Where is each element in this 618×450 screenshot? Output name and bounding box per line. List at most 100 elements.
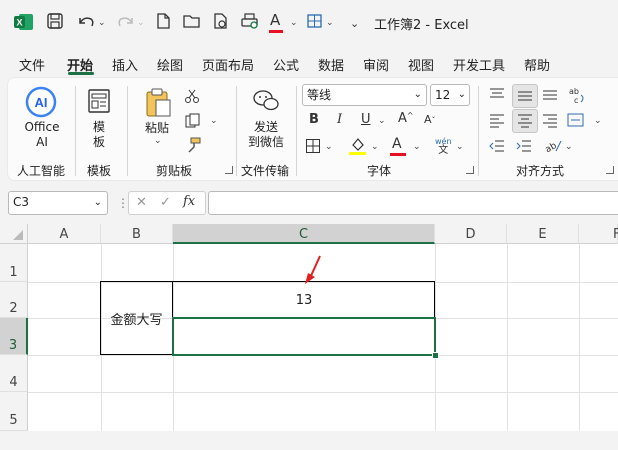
template-icon[interactable] <box>87 88 111 117</box>
fill-color-dropdown-icon[interactable]: ⌄ <box>371 142 379 152</box>
bold-button[interactable]: B <box>309 112 319 127</box>
save-icon[interactable] <box>46 12 64 35</box>
font-color-qa-icon[interactable]: A <box>269 10 283 33</box>
tab-help[interactable]: 帮助 <box>524 55 550 74</box>
text-direction-icon[interactable]: ab c <box>568 85 586 108</box>
font-color-qa-dropdown-icon[interactable]: ⌄ <box>290 18 298 28</box>
borders-icon[interactable] <box>305 138 321 157</box>
underline-dropdown-icon[interactable]: ⌄ <box>378 116 386 126</box>
confirm-icon[interactable]: ✓ <box>160 195 171 210</box>
redo-dropdown-icon: ⌄ <box>137 18 145 28</box>
row-header-3[interactable]: 3 <box>0 318 28 355</box>
tab-file[interactable]: 文件 <box>19 55 45 74</box>
fill-color-icon[interactable] <box>349 136 367 159</box>
ribbon-separator <box>236 86 237 176</box>
cell-c3-selected[interactable] <box>172 317 436 356</box>
quick-print-icon[interactable] <box>240 12 260 35</box>
annotation-arrow-icon <box>300 254 324 293</box>
fill-handle[interactable] <box>432 352 439 359</box>
font-color-button[interactable]: A <box>392 136 402 152</box>
cancel-icon[interactable]: ✕ <box>136 195 147 210</box>
group-label-align: 对齐方式 <box>516 164 565 178</box>
underline-button[interactable]: U <box>361 112 371 127</box>
format-painter-icon[interactable] <box>184 137 202 156</box>
cut-icon[interactable] <box>184 88 200 107</box>
column-header-e[interactable]: E <box>507 224 579 244</box>
phonetic-guide-icon[interactable]: wén 文 <box>435 137 452 156</box>
column-header-d[interactable]: D <box>435 224 507 244</box>
gridline <box>28 392 618 393</box>
ribbon-separator <box>127 86 128 176</box>
align-top-icon[interactable] <box>489 86 505 105</box>
orientation-icon[interactable]: ab <box>544 137 563 156</box>
template-button[interactable]: 模板 <box>89 120 109 150</box>
wechat-send-icon[interactable] <box>252 88 280 117</box>
borders-dropdown-icon[interactable]: ⌄ <box>325 142 333 152</box>
svg-text:X: X <box>16 18 22 28</box>
row-header-4[interactable]: 4 <box>0 355 28 392</box>
select-all-button[interactable] <box>0 224 28 244</box>
font-size-select[interactable]: 12 ⌄ <box>430 84 470 106</box>
window-title: 工作簿2 - Excel <box>374 18 469 33</box>
copy-dropdown-icon[interactable]: ⌄ <box>210 116 218 126</box>
column-header-c[interactable]: C <box>173 224 435 244</box>
align-right-icon[interactable] <box>542 112 558 131</box>
new-file-icon[interactable] <box>155 12 171 35</box>
decrease-indent-icon[interactable] <box>489 138 505 157</box>
ribbon-separator <box>75 86 76 176</box>
gridline <box>507 244 508 431</box>
align-left-icon[interactable] <box>489 112 505 131</box>
paste-button[interactable]: 粘贴 <box>143 121 171 136</box>
orientation-dropdown-icon[interactable]: ⌄ <box>565 142 573 152</box>
align-launcher-icon[interactable] <box>606 166 614 174</box>
increase-font-size-button[interactable]: A^ <box>398 111 414 126</box>
merge-center-icon[interactable] <box>567 112 585 131</box>
chevron-down-icon: ⌄ <box>93 197 102 208</box>
borders-qa-dropdown-icon[interactable]: ⌄ <box>326 18 334 28</box>
send-to-wechat-button[interactable]: 发送 到微信 <box>246 120 286 150</box>
tab-review[interactable]: 审阅 <box>363 55 389 74</box>
row-header-1[interactable]: 1 <box>0 244 28 282</box>
column-header-b[interactable]: B <box>101 224 173 244</box>
phonetic-dropdown-icon[interactable]: ⌄ <box>456 142 464 152</box>
office-ai-button[interactable]: Office AI <box>22 120 62 150</box>
paste-dropdown-icon[interactable]: ⌄ <box>154 136 162 146</box>
row-header-2[interactable]: 2 <box>0 282 28 318</box>
merge-dropdown-icon[interactable]: ⌄ <box>594 116 602 126</box>
font-launcher-icon[interactable] <box>466 166 474 174</box>
increase-indent-icon[interactable] <box>516 138 532 157</box>
align-center-button[interactable] <box>512 109 538 133</box>
tab-insert[interactable]: 插入 <box>112 55 138 74</box>
borders-qa-icon[interactable] <box>306 12 324 35</box>
print-preview-icon[interactable] <box>212 12 230 35</box>
paste-icon[interactable] <box>143 86 173 121</box>
customize-qa-icon[interactable]: ⌄ <box>350 14 359 34</box>
clipboard-launcher-icon[interactable] <box>225 166 233 174</box>
tab-developer[interactable]: 开发工具 <box>453 55 505 74</box>
undo-dropdown-icon[interactable]: ⌄ <box>98 18 106 28</box>
font-name-select[interactable]: 等线 ⌄ <box>302 84 427 106</box>
align-bottom-icon[interactable] <box>542 86 558 107</box>
tab-data[interactable]: 数据 <box>318 55 344 74</box>
decrease-font-size-button[interactable]: Aˇ <box>424 113 436 126</box>
tab-view[interactable]: 视图 <box>408 55 434 74</box>
copy-icon[interactable] <box>184 113 202 132</box>
undo-icon[interactable] <box>76 12 98 35</box>
office-ai-icon[interactable]: AI <box>25 86 57 121</box>
align-middle-button[interactable] <box>512 84 538 108</box>
tab-draw[interactable]: 绘图 <box>157 55 183 74</box>
formula-input[interactable] <box>208 191 618 215</box>
insert-function-button[interactable]: fx <box>183 194 195 209</box>
font-color-dropdown-icon[interactable]: ⌄ <box>413 142 421 152</box>
cell-b2[interactable]: 金额大写 <box>100 281 173 355</box>
row-header-5[interactable]: 5 <box>0 392 28 431</box>
column-header-f[interactable]: F <box>579 224 618 244</box>
tab-page-layout[interactable]: 页面布局 <box>202 55 254 74</box>
italic-button[interactable]: I <box>337 112 342 127</box>
group-label-clipboard: 剪贴板 <box>156 164 193 178</box>
column-header-a[interactable]: A <box>28 224 101 244</box>
name-box[interactable]: C3 ⌄ <box>8 191 108 215</box>
open-folder-icon[interactable] <box>182 12 202 35</box>
tab-formulas[interactable]: 公式 <box>273 55 299 74</box>
font-color-swatch <box>390 153 406 156</box>
